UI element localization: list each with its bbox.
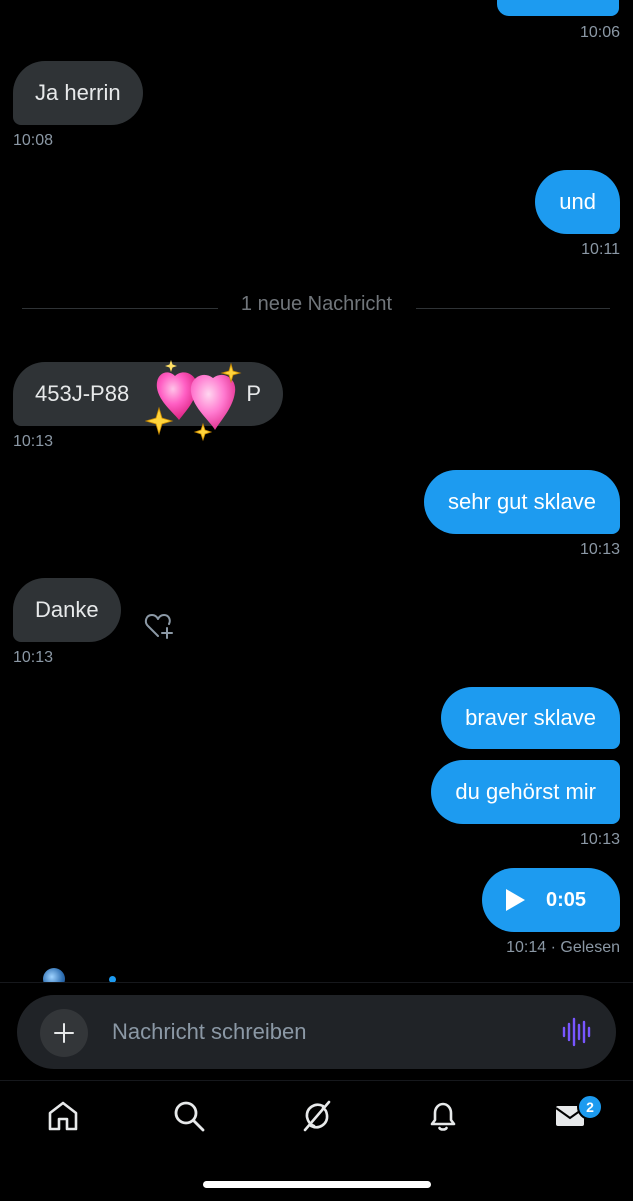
voice-message-bubble[interactable]: 0:05 <box>482 868 620 932</box>
message-text: und <box>559 189 596 214</box>
message-input[interactable] <box>112 1012 542 1052</box>
add-attachment-button[interactable] <box>40 1009 88 1057</box>
read-status: · Gelesen <box>550 939 620 956</box>
divider-line-right <box>416 308 610 309</box>
outgoing-message-bubble[interactable]: und <box>535 170 620 234</box>
outgoing-message-bubble[interactable]: braver sklave <box>441 687 620 749</box>
message-timestamp: 10:13 <box>13 433 54 450</box>
bell-icon[interactable] <box>421 1094 465 1138</box>
message-timestamp: 10:13 <box>13 649 54 666</box>
home-icon[interactable] <box>41 1094 85 1138</box>
play-icon[interactable] <box>504 888 526 912</box>
new-messages-divider: 1 neue Nachricht <box>240 293 393 315</box>
grok-icon[interactable] <box>295 1094 339 1138</box>
mail-badge: 2 <box>577 1094 603 1120</box>
message-timestamp: 10:08 <box>13 132 54 149</box>
message-bubble-partial[interactable] <box>497 0 619 16</box>
message-text: Ja herrin <box>35 80 121 105</box>
message-status: 10:14 · Gelesen <box>506 939 620 957</box>
message-timestamp: 10:14 <box>506 939 547 956</box>
message-text: Danke <box>35 597 99 622</box>
voice-message-icon[interactable] <box>561 1016 591 1048</box>
plus-icon <box>54 1023 74 1043</box>
message-text: braver sklave <box>465 705 596 730</box>
message-timestamp: 10:11 <box>581 241 620 258</box>
message-text: du gehörst mir <box>455 779 596 804</box>
outgoing-message-bubble[interactable]: du gehörst mir <box>431 760 620 824</box>
sparkling-heart-emoji <box>144 352 245 444</box>
home-indicator[interactable] <box>203 1181 431 1188</box>
search-icon[interactable] <box>167 1094 211 1138</box>
incoming-message-bubble[interactable]: Danke <box>13 578 121 642</box>
message-text-start: 453J-P88 <box>35 381 130 406</box>
incoming-message-bubble[interactable]: Ja herrin <box>13 61 143 125</box>
outgoing-message-bubble[interactable]: sehr gut sklave <box>424 470 620 534</box>
voice-duration: 0:05 <box>546 889 587 911</box>
message-text-end: P <box>246 381 261 406</box>
message-timestamp: 10:13 <box>579 541 620 558</box>
message-timestamp: 10:06 <box>579 24 620 41</box>
message-text: sehr gut sklave <box>448 489 596 514</box>
add-reaction-icon[interactable] <box>143 611 175 641</box>
message-timestamp: 10:13 <box>579 831 620 848</box>
